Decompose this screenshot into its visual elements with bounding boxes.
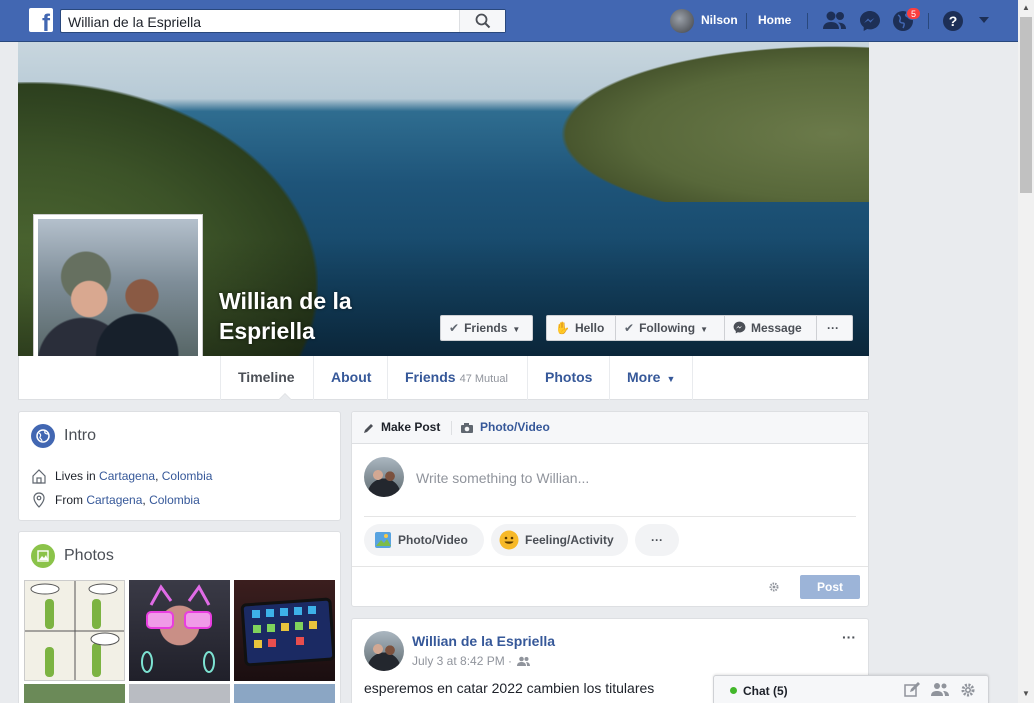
checkmark-icon: ✔	[624, 321, 635, 335]
tab-photos[interactable]: Photos	[527, 356, 609, 400]
more-options-button[interactable]: ···	[816, 315, 853, 341]
photo-thumbnail-cactus-comic[interactable]	[24, 580, 125, 681]
following-button[interactable]: ✔ Following ▼	[615, 315, 725, 341]
divider	[807, 13, 808, 29]
from-city-link[interactable]: Cartagena	[86, 493, 142, 507]
globe-icon	[31, 424, 55, 448]
friend-requests-icon[interactable]	[822, 10, 848, 32]
post-author-avatar[interactable]	[364, 631, 404, 671]
camera-icon	[461, 423, 473, 433]
photos-card: Photos	[18, 531, 341, 703]
friends-audience-icon[interactable]	[517, 656, 531, 666]
photo-thumbnail-tablet[interactable]	[234, 580, 335, 681]
photo-icon	[375, 532, 391, 548]
post-author-name[interactable]: Willian de la Espriella	[412, 633, 555, 649]
message-button[interactable]: Message	[724, 315, 817, 341]
user-avatar[interactable]	[670, 9, 694, 33]
notification-badge: 5	[906, 7, 922, 20]
composer-text-input[interactable]: Write something to Willian...	[416, 470, 589, 486]
pencil-icon	[364, 424, 373, 433]
facebook-logo[interactable]: f	[29, 8, 53, 36]
post-composer: Make Post Photo/Video Write something to…	[351, 411, 869, 607]
hello-wave-button[interactable]: ✋ Hello	[546, 315, 616, 341]
top-navigation-bar: f Willian de la Espriella Nilson Home 5 …	[0, 0, 1018, 42]
intro-title: Intro	[64, 427, 97, 444]
tab-more[interactable]: More ▼	[609, 356, 694, 400]
divider	[746, 13, 747, 29]
help-icon[interactable]: ?	[942, 10, 964, 32]
account-menu-chevron-down-icon[interactable]	[978, 16, 990, 24]
composer-more-button[interactable]: ···	[635, 524, 679, 556]
create-group-icon[interactable]	[931, 682, 949, 698]
photo-thumbnail-filter-selfie[interactable]	[129, 580, 230, 681]
chat-settings-gear-icon[interactable]	[960, 682, 976, 698]
scroll-down-arrow-icon[interactable]: ▼	[1022, 689, 1030, 698]
chevron-down-icon: ▼	[666, 374, 676, 384]
settings-gear-icon[interactable]	[768, 581, 780, 593]
profile-name[interactable]: Willian de la Espriella	[219, 286, 419, 346]
post-timestamp-row: July 3 at 8:42 PM ·	[412, 654, 531, 668]
post-timestamp[interactable]: July 3 at 8:42 PM ·	[412, 654, 512, 668]
lives-in-city-link[interactable]: Cartagena	[99, 469, 155, 483]
profile-navigation: Timeline About Friends 47 Mutual Photos M…	[18, 356, 869, 400]
cover-hill-right	[518, 42, 869, 202]
profile-link[interactable]: Nilson	[701, 13, 738, 27]
chat-label: Chat (5)	[743, 684, 788, 698]
new-message-icon[interactable]	[904, 682, 920, 698]
search-button[interactable]	[459, 10, 505, 32]
feeling-activity-button[interactable]: Feeling/Activity	[491, 524, 628, 556]
tab-friends[interactable]: Friends 47 Mutual	[387, 356, 525, 400]
from-row: From Cartagena, Colombia	[55, 493, 200, 507]
photo-video-button[interactable]: Photo/Video	[364, 524, 484, 556]
post-text: esperemos en catar 2022 cambien los titu…	[364, 680, 655, 696]
online-status-dot	[730, 687, 737, 694]
divider	[451, 421, 452, 435]
divider	[352, 566, 868, 567]
intro-card: Intro Lives in Cartagena, Colombia From …	[18, 411, 341, 521]
photo-thumbnail[interactable]	[24, 684, 125, 703]
home-link[interactable]: Home	[758, 13, 791, 27]
post-options-button[interactable]: ···	[842, 629, 856, 645]
tab-timeline[interactable]: Timeline	[220, 356, 312, 400]
photos-icon	[31, 544, 55, 568]
friends-button[interactable]: ✔ Friends ▼	[440, 315, 533, 341]
scrollbar-thumb[interactable]	[1020, 17, 1032, 193]
tab-about[interactable]: About	[313, 356, 388, 400]
lives-in-row: Lives in Cartagena, Colombia	[55, 469, 213, 483]
page-scrollbar[interactable]: ▲ ▼	[1018, 0, 1034, 703]
messenger-icon[interactable]	[859, 10, 881, 32]
home-icon	[32, 469, 46, 484]
search-input-value[interactable]: Willian de la Espriella	[68, 14, 201, 30]
location-pin-icon	[33, 492, 45, 508]
composer-header: Make Post Photo/Video	[352, 412, 868, 444]
photo-video-tab[interactable]: Photo/Video	[480, 420, 550, 434]
chevron-down-icon: ▼	[512, 325, 521, 334]
composer-avatar[interactable]	[364, 457, 404, 497]
smiley-icon	[499, 530, 519, 550]
divider	[364, 516, 856, 517]
divider	[928, 13, 929, 29]
svg-text:?: ?	[949, 13, 958, 29]
wave-hand-icon: ✋	[555, 321, 570, 335]
checkmark-icon: ✔	[449, 321, 460, 335]
mutual-friends-count: 47 Mutual	[459, 373, 508, 385]
active-tab-indicator	[278, 393, 292, 400]
lives-in-country-link[interactable]: Colombia	[162, 469, 213, 483]
search-icon	[475, 13, 491, 29]
chat-bar[interactable]: Chat (5)	[713, 675, 989, 703]
scroll-up-arrow-icon[interactable]: ▲	[1022, 3, 1030, 12]
photos-title: Photos	[64, 547, 114, 564]
search-input[interactable]: Willian de la Espriella	[60, 9, 506, 33]
from-country-link[interactable]: Colombia	[149, 493, 200, 507]
photo-thumbnail[interactable]	[234, 684, 335, 703]
chevron-down-icon: ▼	[700, 325, 708, 334]
photo-thumbnail[interactable]	[129, 684, 230, 703]
post-button[interactable]: Post	[800, 575, 860, 599]
messenger-icon	[733, 321, 746, 334]
make-post-tab[interactable]: Make Post	[381, 420, 440, 434]
